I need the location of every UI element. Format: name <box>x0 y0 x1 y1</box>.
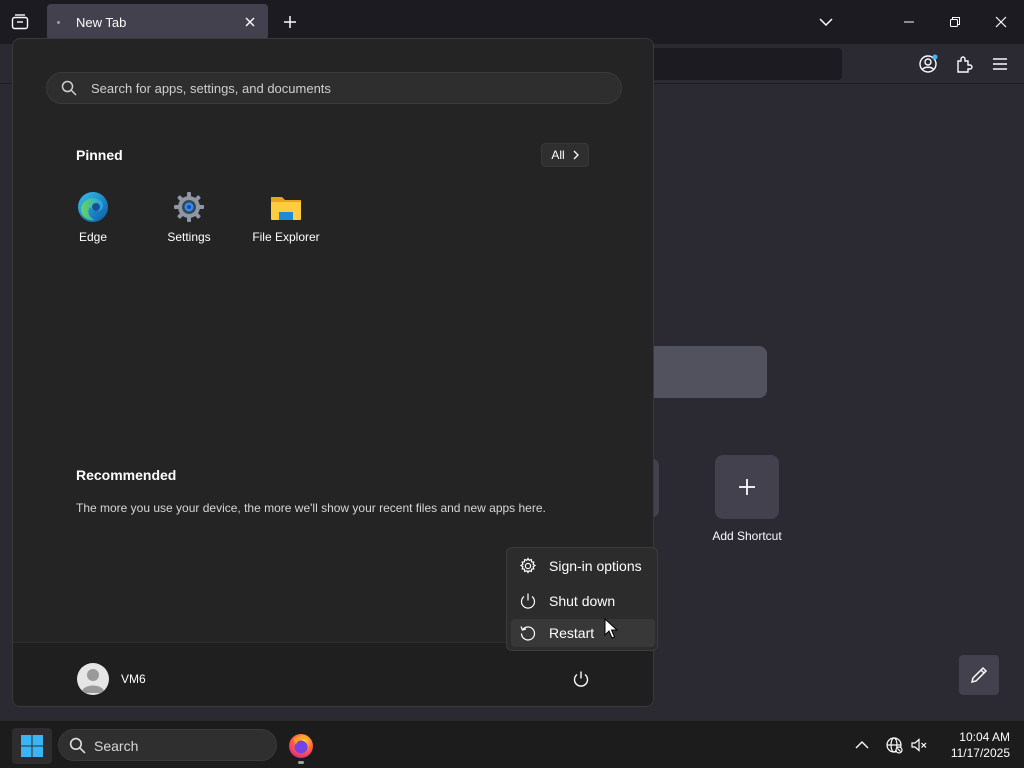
close-window-button[interactable] <box>989 10 1013 34</box>
pinned-app-label: File Explorer <box>252 230 320 244</box>
new-tab-button[interactable] <box>280 12 300 32</box>
tab-list-icon <box>11 14 29 30</box>
menu-item-label: Restart <box>549 625 595 641</box>
user-avatar[interactable] <box>77 663 109 695</box>
puzzle-icon <box>957 56 973 73</box>
add-shortcut-label: Add Shortcut <box>712 529 782 543</box>
hamburger-icon <box>993 58 1007 70</box>
pinned-app-label: Edge <box>78 230 108 244</box>
folder-icon <box>271 197 301 220</box>
pinned-app-edge[interactable]: Edge <box>50 189 136 249</box>
all-apps-label: All <box>551 148 565 162</box>
browser-tab-newtab[interactable]: New Tab <box>47 4 268 40</box>
chevron-up-icon <box>855 741 869 749</box>
minimize-button[interactable] <box>897 10 921 34</box>
chevron-right-icon <box>573 150 579 160</box>
clock-time: 10:04 AM <box>959 730 1010 744</box>
volume-button[interactable] <box>909 735 929 755</box>
pencil-icon <box>970 666 988 684</box>
plus-icon <box>739 479 755 495</box>
globe-icon <box>886 737 903 754</box>
menu-item-label: Sign-in options <box>549 558 642 574</box>
restart-icon <box>520 626 536 641</box>
network-button[interactable] <box>884 735 904 755</box>
user-name[interactable]: VM6 <box>121 672 146 686</box>
extensions-button[interactable] <box>952 52 976 76</box>
pinned-title: Pinned <box>76 147 123 163</box>
windows-logo-icon <box>21 735 43 757</box>
running-indicator <box>298 761 304 764</box>
start-search-input[interactable]: Search for apps, settings, and documents <box>46 72 622 104</box>
customize-button[interactable] <box>959 655 999 695</box>
settings-gear-icon <box>174 192 204 222</box>
pinned-app-label: Settings <box>167 230 211 244</box>
start-search-placeholder: Search for apps, settings, and documents <box>91 81 331 96</box>
mouse-cursor-icon <box>604 618 618 639</box>
tab-list-button[interactable] <box>8 11 32 33</box>
power-button[interactable] <box>569 667 593 691</box>
add-shortcut-button[interactable] <box>715 455 779 519</box>
url-bar[interactable] <box>640 48 842 80</box>
restore-button[interactable] <box>943 10 967 34</box>
close-icon <box>245 17 255 27</box>
power-icon <box>520 593 536 609</box>
gear-icon <box>519 557 537 574</box>
firefox-icon <box>289 734 313 758</box>
account-icon <box>919 54 938 73</box>
menu-item-label: Shut down <box>549 593 616 609</box>
start-button[interactable] <box>12 728 52 764</box>
taskbar-app-firefox[interactable] <box>283 728 319 764</box>
menu-item-restart[interactable]: Restart <box>511 619 655 647</box>
user-silhouette-icon <box>81 669 105 693</box>
all-apps-button[interactable]: All <box>541 143 589 167</box>
edge-icon <box>78 192 108 222</box>
account-button[interactable] <box>916 52 940 76</box>
power-options-menu: Sign-in options Shut down Restart <box>506 547 658 651</box>
list-all-tabs-button[interactable] <box>814 10 838 34</box>
restore-icon <box>950 17 960 27</box>
search-icon <box>61 80 77 96</box>
newtab-search-box[interactable] <box>640 346 767 398</box>
tab-title: New Tab <box>76 15 127 30</box>
speaker-muted-icon <box>911 738 927 752</box>
chevron-down-icon <box>819 18 833 26</box>
taskbar-search-box[interactable]: Search <box>58 729 277 761</box>
power-icon <box>573 671 589 687</box>
taskbar: Search 10:04 AM 11/17/2025 <box>0 720 1024 768</box>
menu-item-sign-in-options[interactable]: Sign-in options <box>511 552 655 580</box>
start-menu-footer: VM6 <box>13 642 653 706</box>
tab-favicon-icon <box>57 21 60 24</box>
minimize-icon <box>904 21 914 23</box>
clock-date: 11/17/2025 <box>950 746 1010 760</box>
taskbar-clock[interactable]: 10:04 AM 11/17/2025 <box>940 729 1010 761</box>
search-icon <box>69 737 86 754</box>
menu-item-shut-down[interactable]: Shut down <box>511 587 655 615</box>
show-hidden-icons-button[interactable] <box>852 735 872 755</box>
recommended-title: Recommended <box>76 467 177 483</box>
pinned-app-file-explorer[interactable]: File Explorer <box>243 189 329 249</box>
recommended-empty-text: The more you use your device, the more w… <box>76 501 546 515</box>
pinned-app-settings[interactable]: Settings <box>146 189 232 249</box>
taskbar-search-label: Search <box>94 738 139 754</box>
close-icon <box>995 16 1007 28</box>
plus-icon <box>284 16 296 28</box>
tab-close-button[interactable] <box>240 12 260 32</box>
app-menu-button[interactable] <box>988 52 1012 76</box>
